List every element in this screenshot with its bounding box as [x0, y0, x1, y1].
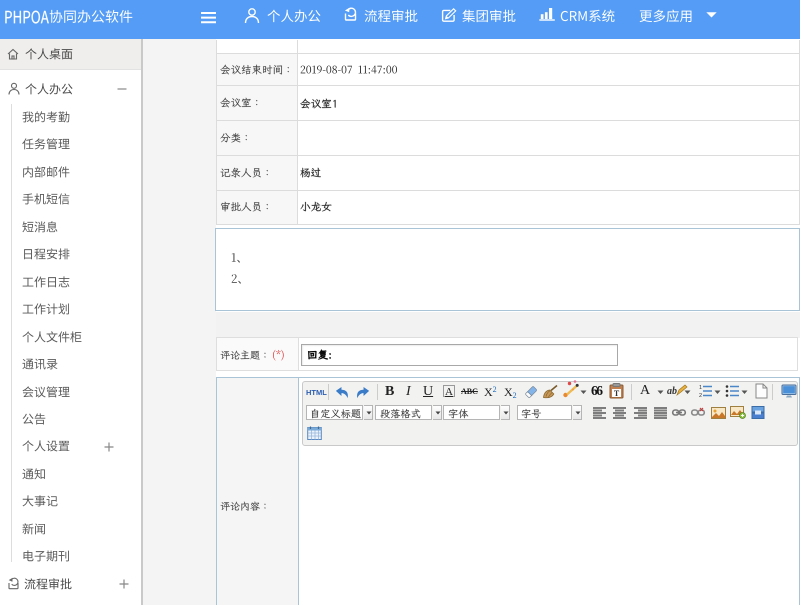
svg-text:2: 2	[699, 393, 702, 399]
svg-text:T: T	[614, 389, 620, 398]
svg-text:1: 1	[699, 385, 702, 391]
